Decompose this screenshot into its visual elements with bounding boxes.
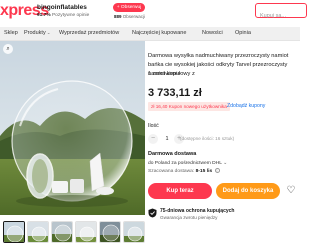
info-icon[interactable]: i <box>214 168 220 173</box>
thumbnail-image <box>4 222 24 242</box>
thumbnail-5[interactable] <box>99 221 121 243</box>
nav-item-najczesciej[interactable]: Najczęściej kupowane <box>132 30 186 36</box>
quantity-value[interactable]: 1 <box>163 133 171 145</box>
shipping-destination-text: do Poland za pośrednictwem DHL <box>148 161 222 166</box>
minus-icon[interactable]: − <box>148 134 158 144</box>
buyer-protection-subtitle: Gwarancja zwrotu pieniędzy <box>160 215 218 220</box>
order-count: 1 zamówienie <box>148 71 181 77</box>
bubble-tent-photo <box>0 41 145 215</box>
heart-icon[interactable]: ♡ <box>284 183 298 199</box>
chevron-down-icon: ⌄ <box>223 161 228 166</box>
followers-count: 889 Obserwacji <box>114 14 145 19</box>
nav-item-produkty[interactable]: Produkty⌄ <box>24 30 51 36</box>
nav-item-wyprzedaz[interactable]: Wyprzedaż przedmiotów <box>59 30 119 36</box>
nav-item-nowosci[interactable]: Nowości <box>202 30 223 36</box>
shipping-destination[interactable]: do Poland za pośrednictwem DHL ⌄ <box>148 160 227 166</box>
quantity-label: Ilość <box>148 123 159 129</box>
store-rating: 91.7% Pozytywne opinie <box>37 13 89 18</box>
delivery-estimate: Szacowana dostawa: 8-15 lis i <box>148 168 220 174</box>
store-rating-label: Pozytywne opinie <box>51 13 90 18</box>
store-name[interactable]: bingoinflatables <box>37 4 87 11</box>
thumbnail-6[interactable] <box>123 221 145 243</box>
product-price: 3 733,11 zł <box>148 87 202 99</box>
thumbnail-image <box>100 222 120 242</box>
store-search[interactable] <box>255 3 307 23</box>
store-rating-value: 91.7% <box>37 13 51 18</box>
thumbnail-3[interactable] <box>51 221 73 243</box>
thumbnail-image <box>76 222 96 242</box>
nav-item-sklep[interactable]: Sklep <box>4 30 18 36</box>
buyer-protection-title: 75-dniowa ochrona kupujących <box>160 208 235 214</box>
thumbnail-1[interactable] <box>3 221 25 243</box>
new-user-coupon-badge[interactable]: zł 16,40 Kupon nowego użytkownika <box>148 102 230 111</box>
chevron-down-icon: ⌄ <box>46 30 51 35</box>
nav-item-produkty-label: Produkty <box>24 30 46 36</box>
thumbnail-image <box>52 222 72 242</box>
zoom-icon[interactable]: ⌕ <box>3 44 13 54</box>
top-header: xpress bingoinflatables 91.7% Pozytywne … <box>0 0 307 27</box>
add-to-cart-button[interactable]: Dodaj do koszyka <box>216 183 280 199</box>
nav-item-opinia[interactable]: Opinia <box>235 30 251 36</box>
buy-now-button[interactable]: Kup teraz <box>148 183 212 199</box>
followers-count-label: Obserwacji <box>122 14 146 19</box>
search-input[interactable] <box>256 9 306 23</box>
delivery-estimate-value: 8-15 lis <box>195 169 213 174</box>
follow-button[interactable]: + Obserwuj <box>113 3 145 12</box>
delivery-estimate-label: Szacowana dostawa: <box>148 169 195 174</box>
stock-available: (dostępne ilości: 16 sztuk) <box>180 136 235 141</box>
thumbnail-image <box>28 222 48 242</box>
thumbnail-4[interactable] <box>75 221 97 243</box>
get-coupons-link[interactable]: Zdobądź kupony <box>227 102 265 111</box>
product-main-image[interactable] <box>0 41 145 215</box>
store-nav: Sklep Produkty⌄ Wyprzedaż przedmiotów Na… <box>0 27 300 41</box>
shield-icon <box>148 208 157 218</box>
followers-count-value: 889 <box>114 14 122 19</box>
thumbnail-2[interactable] <box>27 221 49 243</box>
shipping-title: Darmowa dostawa <box>148 151 197 157</box>
thumbnail-strip <box>0 219 145 250</box>
thumbnail-image <box>124 222 144 242</box>
